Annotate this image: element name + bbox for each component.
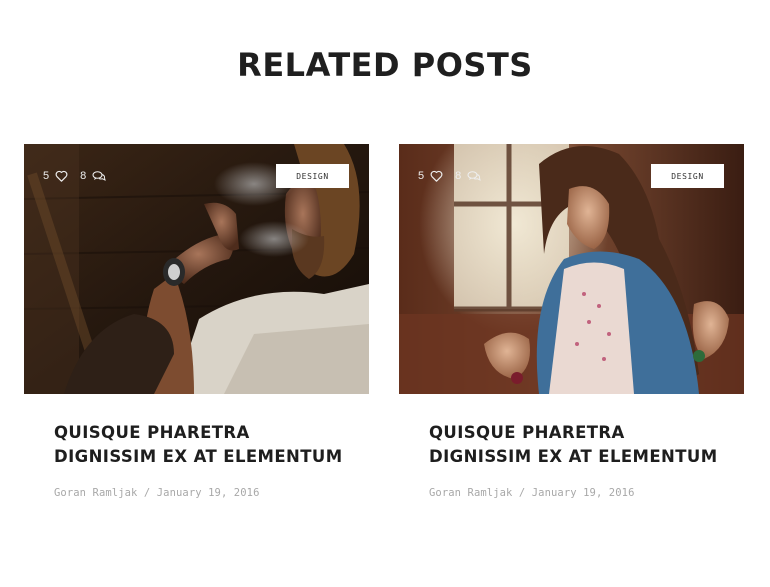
comments-count: 8 [455, 170, 462, 182]
byline-separator: / [143, 487, 157, 499]
post-byline: Goran Ramljak / January 19, 2016 [54, 487, 369, 499]
post-stats: 5 8 [43, 170, 106, 182]
heart-icon[interactable] [430, 170, 443, 182]
likes-count: 5 [418, 170, 425, 182]
post-stats: 5 8 [418, 170, 481, 182]
section-title: RELATED POSTS [237, 46, 533, 84]
related-post-card: 5 8 DESIGN QUISQUE PHARETRA DIGNISSIM EX… [399, 144, 744, 499]
related-post-card: 5 8 DESIGN QUISQUE PHARETRA DIGNISSIM EX… [24, 144, 369, 499]
comments-count: 8 [80, 170, 87, 182]
post-title[interactable]: QUISQUE PHARETRA DIGNISSIM EX AT ELEMENT… [54, 421, 354, 469]
post-image[interactable]: 5 8 DESIGN [24, 144, 369, 394]
byline-separator: / [518, 487, 532, 499]
post-byline: Goran Ramljak / January 19, 2016 [429, 487, 744, 499]
author-link[interactable]: Goran Ramljak [54, 487, 137, 499]
category-tag[interactable]: DESIGN [276, 164, 349, 188]
author-link[interactable]: Goran Ramljak [429, 487, 512, 499]
post-title[interactable]: QUISQUE PHARETRA DIGNISSIM EX AT ELEMENT… [429, 421, 729, 469]
date-link[interactable]: January 19, 2016 [157, 487, 260, 499]
likes-count: 5 [43, 170, 50, 182]
chat-bubbles-icon[interactable] [92, 170, 106, 182]
heart-icon[interactable] [55, 170, 68, 182]
category-tag[interactable]: DESIGN [651, 164, 724, 188]
date-link[interactable]: January 19, 2016 [532, 487, 635, 499]
post-image[interactable]: 5 8 DESIGN [399, 144, 744, 394]
chat-bubbles-icon[interactable] [467, 170, 481, 182]
